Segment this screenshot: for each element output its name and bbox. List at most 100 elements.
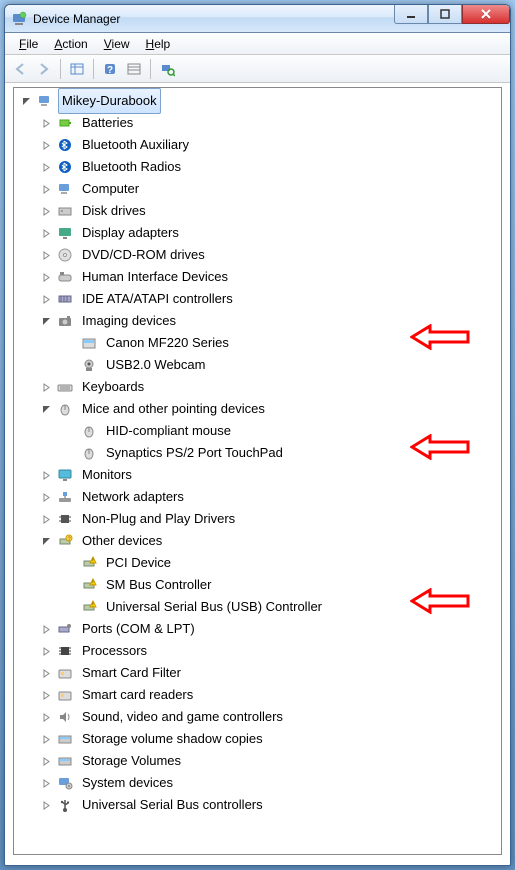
collapse-icon[interactable] bbox=[20, 95, 32, 107]
expand-icon[interactable] bbox=[40, 183, 52, 195]
category-battery[interactable]: Batteries bbox=[16, 112, 501, 134]
menu-view[interactable]: View bbox=[96, 35, 138, 53]
expand-icon[interactable] bbox=[40, 667, 52, 679]
warn-icon: ! bbox=[80, 554, 98, 572]
help-button[interactable]: ? bbox=[99, 58, 121, 80]
category-bluetooth[interactable]: Bluetooth Radios bbox=[16, 156, 501, 178]
webcam-icon bbox=[80, 356, 98, 374]
expand-icon[interactable] bbox=[40, 139, 52, 151]
category-sound[interactable]: Sound, video and game controllers bbox=[16, 706, 501, 728]
category-bluetooth[interactable]: Bluetooth Auxiliary bbox=[16, 134, 501, 156]
network-icon bbox=[56, 488, 74, 506]
toolbar-separator bbox=[150, 59, 151, 79]
bluetooth-icon bbox=[56, 136, 74, 154]
device-item[interactable]: USB2.0 Webcam bbox=[16, 354, 501, 376]
expand-icon[interactable] bbox=[40, 491, 52, 503]
category-storage[interactable]: Storage volume shadow copies bbox=[16, 728, 501, 750]
camera-icon bbox=[56, 312, 74, 330]
expand-icon[interactable] bbox=[40, 711, 52, 723]
toolbar: ? bbox=[5, 55, 510, 83]
category-cd[interactable]: DVD/CD-ROM drives bbox=[16, 244, 501, 266]
expand-icon[interactable] bbox=[40, 293, 52, 305]
expand-icon[interactable] bbox=[40, 469, 52, 481]
category-display[interactable]: Display adapters bbox=[16, 222, 501, 244]
properties-button[interactable] bbox=[123, 58, 145, 80]
expand-icon[interactable] bbox=[40, 689, 52, 701]
minimize-button[interactable] bbox=[394, 4, 428, 24]
category-hid[interactable]: Human Interface Devices bbox=[16, 266, 501, 288]
expand-icon[interactable] bbox=[40, 271, 52, 283]
disk-icon bbox=[56, 202, 74, 220]
menu-action[interactable]: Action bbox=[46, 35, 95, 53]
back-button[interactable] bbox=[9, 58, 31, 80]
expand-icon[interactable] bbox=[40, 645, 52, 657]
scan-hardware-button[interactable] bbox=[156, 58, 178, 80]
category-ide[interactable]: IDE ATA/ATAPI controllers bbox=[16, 288, 501, 310]
titlebar[interactable]: Device Manager bbox=[5, 5, 510, 33]
category-computer[interactable]: Computer bbox=[16, 178, 501, 200]
expand-icon[interactable] bbox=[40, 227, 52, 239]
ide-icon bbox=[56, 290, 74, 308]
system-icon bbox=[56, 774, 74, 792]
expand-icon[interactable] bbox=[40, 799, 52, 811]
expand-icon[interactable] bbox=[40, 205, 52, 217]
category-smartcard[interactable]: Smart card readers bbox=[16, 684, 501, 706]
usb-icon bbox=[56, 796, 74, 814]
battery-icon bbox=[56, 114, 74, 132]
category-mouse[interactable]: Mice and other pointing devices bbox=[16, 398, 501, 420]
smartcard-icon bbox=[56, 686, 74, 704]
category-other[interactable]: ? Other devices bbox=[16, 530, 501, 552]
tree-root[interactable]: Mikey-Durabook bbox=[16, 90, 501, 112]
display-icon bbox=[56, 224, 74, 242]
category-chip[interactable]: Non-Plug and Play Drivers bbox=[16, 508, 501, 530]
category-smartcard[interactable]: Smart Card Filter bbox=[16, 662, 501, 684]
maximize-button[interactable] bbox=[428, 4, 462, 24]
menu-help[interactable]: Help bbox=[138, 35, 179, 53]
category-keyboard[interactable]: Keyboards bbox=[16, 376, 501, 398]
annotation-arrow bbox=[410, 588, 470, 614]
category-port[interactable]: Ports (COM & LPT) bbox=[16, 618, 501, 640]
category-disk[interactable]: Disk drives bbox=[16, 200, 501, 222]
category-system[interactable]: System devices bbox=[16, 772, 501, 794]
forward-button[interactable] bbox=[33, 58, 55, 80]
device-item[interactable]: ! PCI Device bbox=[16, 552, 501, 574]
collapse-icon[interactable] bbox=[40, 535, 52, 547]
keyboard-icon bbox=[56, 378, 74, 396]
port-icon bbox=[56, 620, 74, 638]
app-icon bbox=[11, 11, 27, 27]
other-icon: ? bbox=[56, 532, 74, 550]
expand-icon[interactable] bbox=[40, 623, 52, 635]
expand-icon[interactable] bbox=[40, 777, 52, 789]
expand-icon[interactable] bbox=[40, 249, 52, 261]
collapse-icon[interactable] bbox=[40, 315, 52, 327]
device-tree-panel[interactable]: Mikey-Durabook Batteries Bluetooth Auxil… bbox=[13, 87, 502, 855]
collapse-icon[interactable] bbox=[40, 403, 52, 415]
computer-icon bbox=[56, 180, 74, 198]
category-storage[interactable]: Storage Volumes bbox=[16, 750, 501, 772]
mouse-icon bbox=[80, 444, 98, 462]
warn-icon: ! bbox=[80, 598, 98, 616]
category-label[interactable]: Universal Serial Bus controllers bbox=[78, 792, 267, 818]
storage-icon bbox=[56, 752, 74, 770]
menu-file[interactable]: File bbox=[11, 35, 46, 53]
annotation-arrow bbox=[410, 324, 470, 350]
cpu-icon bbox=[56, 642, 74, 660]
expand-icon[interactable] bbox=[40, 733, 52, 745]
show-hidden-button[interactable] bbox=[66, 58, 88, 80]
category-monitor[interactable]: Monitors bbox=[16, 464, 501, 486]
category-cpu[interactable]: Processors bbox=[16, 640, 501, 662]
mouse-icon bbox=[80, 422, 98, 440]
computer-icon bbox=[36, 92, 54, 110]
monitor-icon bbox=[56, 466, 74, 484]
close-button[interactable] bbox=[462, 4, 510, 24]
expand-icon[interactable] bbox=[40, 381, 52, 393]
category-network[interactable]: Network adapters bbox=[16, 486, 501, 508]
expand-icon[interactable] bbox=[40, 513, 52, 525]
category-usb[interactable]: Universal Serial Bus controllers bbox=[16, 794, 501, 816]
expand-icon[interactable] bbox=[40, 161, 52, 173]
expand-icon[interactable] bbox=[40, 117, 52, 129]
cd-icon bbox=[56, 246, 74, 264]
expand-icon[interactable] bbox=[40, 755, 52, 767]
toolbar-separator bbox=[60, 59, 61, 79]
storage-icon bbox=[56, 730, 74, 748]
